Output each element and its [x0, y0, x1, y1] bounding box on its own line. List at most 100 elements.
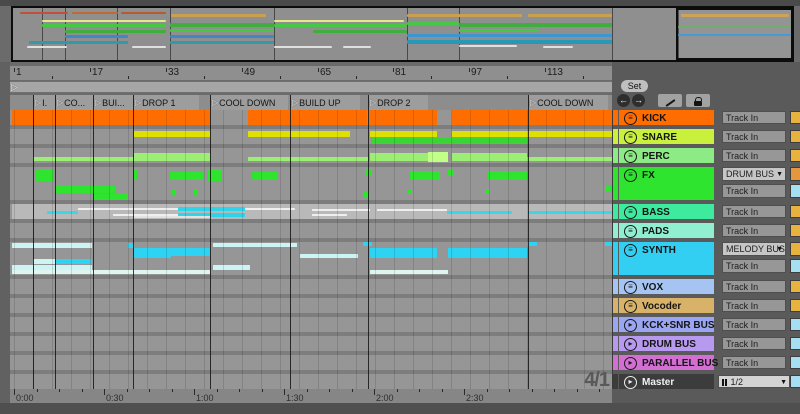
clip[interactable]: [369, 110, 437, 125]
output-mini-chooser[interactable]: [790, 280, 800, 293]
clip[interactable]: [452, 110, 612, 125]
routing-dropdown[interactable]: MELODY BUS▼: [722, 242, 786, 256]
clip[interactable]: [528, 211, 612, 214]
track-header-bass[interactable]: ≡BASS: [619, 204, 714, 219]
track-in-chooser[interactable]: Track In: [722, 184, 786, 198]
track-header-synth[interactable]: ≡SYNTH: [619, 242, 714, 275]
clip[interactable]: [178, 207, 245, 211]
clip[interactable]: [55, 259, 92, 264]
clip[interactable]: [12, 270, 210, 274]
clip[interactable]: [410, 171, 440, 180]
clip[interactable]: [300, 254, 358, 258]
track-in-chooser[interactable]: Track In: [722, 111, 786, 124]
output-mini-chooser[interactable]: [790, 356, 800, 369]
clip[interactable]: [12, 110, 133, 125]
track-header-drum-bus[interactable]: ▸DRUM BUS: [619, 336, 714, 351]
track-header-pads[interactable]: ≡PADS: [619, 223, 714, 238]
output-mini-chooser[interactable]: [790, 375, 800, 388]
output-mini-chooser[interactable]: [790, 130, 800, 143]
clip[interactable]: [248, 157, 368, 161]
clip[interactable]: [134, 153, 210, 161]
clip[interactable]: [488, 171, 527, 180]
clip[interactable]: [170, 172, 203, 180]
track-header-master[interactable]: ▸Master: [619, 374, 714, 389]
clip[interactable]: [245, 208, 295, 210]
locator-flag[interactable]: ▷CO...: [55, 95, 93, 110]
clip[interactable]: [485, 189, 490, 194]
track-header-snare[interactable]: ≡SNARE: [619, 129, 714, 144]
overview-view-box[interactable]: [676, 8, 793, 60]
output-mini-chooser[interactable]: [790, 167, 800, 181]
clip[interactable]: [113, 208, 178, 210]
clip[interactable]: [370, 270, 448, 274]
track-header-kick[interactable]: ≡KICK: [619, 110, 714, 125]
locator-flag[interactable]: ▷I.: [33, 95, 55, 110]
clip[interactable]: [370, 248, 437, 258]
clip[interactable]: [194, 189, 198, 195]
clip[interactable]: [447, 211, 512, 214]
set-locator-button[interactable]: Set: [621, 80, 648, 92]
track-in-chooser[interactable]: Track In: [722, 149, 786, 162]
clip[interactable]: [172, 189, 176, 195]
next-locator-button[interactable]: →: [632, 94, 645, 107]
clip[interactable]: [605, 186, 611, 192]
lock-envelopes-button[interactable]: [686, 94, 710, 107]
clip[interactable]: [370, 153, 428, 161]
clip[interactable]: [407, 189, 412, 194]
clip[interactable]: [78, 208, 113, 210]
draw-mode-button[interactable]: [658, 94, 682, 107]
clip[interactable]: [213, 243, 297, 247]
clip[interactable]: [312, 209, 370, 211]
track-in-chooser[interactable]: Track In: [722, 356, 786, 369]
track-in-chooser[interactable]: Track In: [722, 130, 786, 143]
locator-flag[interactable]: ▷DROP 1: [133, 95, 199, 110]
output-mini-chooser[interactable]: [790, 205, 800, 218]
clip[interactable]: [248, 110, 367, 125]
output-mini-chooser[interactable]: [790, 184, 800, 198]
scrub-area[interactable]: ▷: [10, 81, 612, 93]
clip[interactable]: [252, 172, 278, 180]
clip[interactable]: [12, 204, 612, 219]
output-mini-chooser[interactable]: [790, 259, 800, 273]
track-in-chooser[interactable]: Track In: [722, 224, 786, 237]
locator-flag[interactable]: ▷BUI...: [93, 95, 133, 110]
clip[interactable]: [93, 194, 128, 200]
track-header-vox[interactable]: ≡VOX: [619, 279, 714, 294]
output-mini-chooser[interactable]: [790, 149, 800, 162]
clip[interactable]: [134, 216, 210, 218]
clip[interactable]: [55, 186, 115, 193]
clip[interactable]: [527, 157, 612, 161]
clip[interactable]: [134, 131, 210, 137]
clip[interactable]: [33, 157, 134, 161]
clip[interactable]: [372, 138, 527, 143]
locator-flag[interactable]: ▷COOL DOWN: [210, 95, 288, 110]
track-in-chooser[interactable]: Track In: [722, 280, 786, 293]
output-mini-chooser[interactable]: [790, 242, 800, 256]
clip[interactable]: [448, 248, 527, 258]
clip[interactable]: [605, 242, 612, 246]
clip[interactable]: [452, 131, 612, 137]
track-header-kck-snr-bus[interactable]: ▸KCK+SNR BUS: [619, 317, 714, 332]
clip[interactable]: [47, 211, 78, 214]
time-ruler[interactable]: 0:000:301:001:302:002:30: [10, 389, 612, 403]
locator-flag[interactable]: ▷COOL DOWN: [528, 95, 608, 110]
clip[interactable]: [377, 209, 447, 211]
clip[interactable]: [134, 110, 210, 125]
clip[interactable]: [448, 169, 453, 176]
track-header-vocoder[interactable]: ≡Vocoder: [619, 298, 714, 313]
routing-dropdown[interactable]: DRUM BUS▼: [722, 167, 786, 181]
output-mini-chooser[interactable]: [790, 318, 800, 331]
output-mini-chooser[interactable]: [790, 224, 800, 237]
clip[interactable]: [452, 153, 527, 161]
clip[interactable]: [12, 243, 92, 248]
track-in-chooser[interactable]: Track In: [722, 337, 786, 350]
clip[interactable]: [312, 214, 347, 216]
locator-flag[interactable]: ▷BUILD UP: [290, 95, 360, 110]
output-mini-chooser[interactable]: [790, 111, 800, 124]
clip[interactable]: [33, 259, 55, 264]
track-in-chooser[interactable]: Track In: [722, 299, 786, 312]
arrangement-grid[interactable]: 4/1: [10, 110, 613, 389]
track-in-chooser[interactable]: Track In: [722, 205, 786, 218]
track-in-chooser[interactable]: Track In: [722, 318, 786, 331]
clip[interactable]: [428, 152, 448, 162]
